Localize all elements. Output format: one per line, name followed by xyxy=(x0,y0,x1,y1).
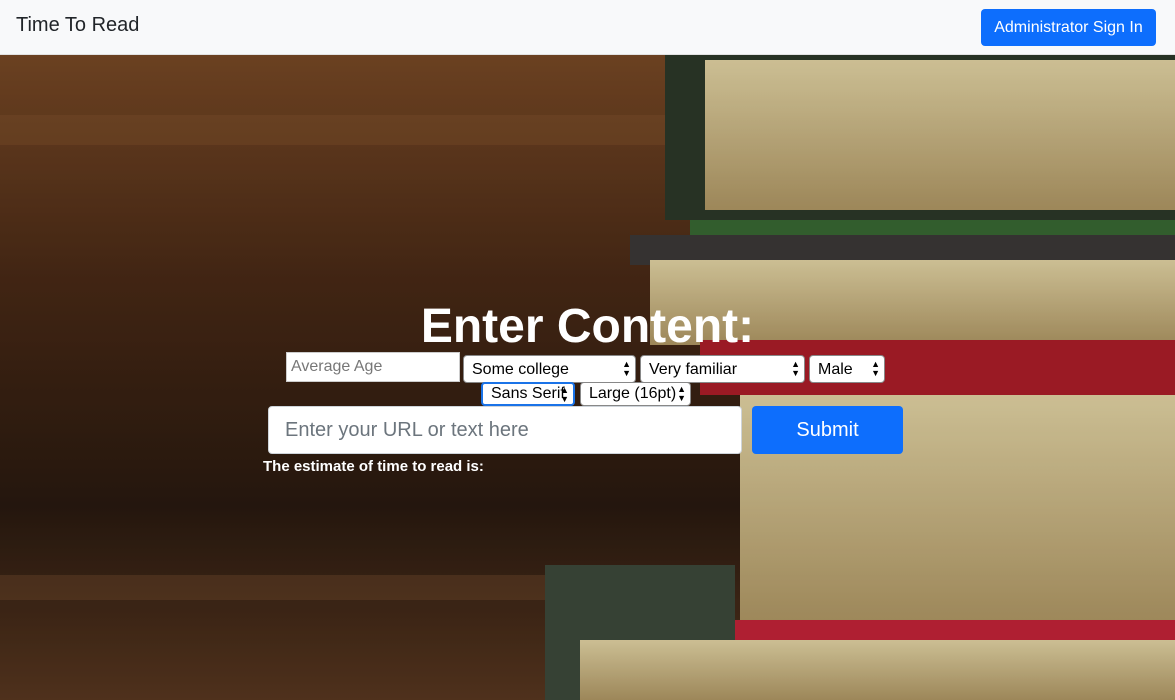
select-arrows-icon: ▲ ▼ xyxy=(677,384,686,403)
estimate-label: The estimate of time to read is: xyxy=(263,458,484,475)
gender-select[interactable]: Male ▲ ▼ xyxy=(809,355,885,383)
average-age-input[interactable] xyxy=(286,352,460,382)
select-arrows-icon: ▲ ▼ xyxy=(622,359,631,378)
navbar: Time To Read Administrator Sign In xyxy=(0,0,1175,55)
font-size-value: Large (16pt) xyxy=(589,385,677,402)
font-value: Sans Serif xyxy=(491,385,565,402)
familiarity-value: Very familiar xyxy=(649,361,738,378)
url-or-text-input[interactable] xyxy=(268,406,742,454)
select-arrows-icon: ▲ ▼ xyxy=(791,359,800,378)
submit-button[interactable]: Submit xyxy=(752,406,903,454)
select-arrows-icon: ▲ ▼ xyxy=(560,385,569,404)
familiarity-select[interactable]: Very familiar ▲ ▼ xyxy=(640,355,805,383)
brand-link[interactable]: Time To Read xyxy=(16,14,139,37)
select-arrows-icon: ▲ ▼ xyxy=(871,359,880,378)
font-select[interactable]: Sans Serif ▲ ▼ xyxy=(481,382,575,406)
gender-value: Male xyxy=(818,361,853,378)
administrator-sign-in-button[interactable]: Administrator Sign In xyxy=(981,9,1156,46)
page-title: Enter Content: xyxy=(420,300,755,353)
education-select[interactable]: Some college ▲ ▼ xyxy=(463,355,636,383)
education-value: Some college xyxy=(472,361,569,378)
font-size-select[interactable]: Large (16pt) ▲ ▼ xyxy=(580,382,691,406)
